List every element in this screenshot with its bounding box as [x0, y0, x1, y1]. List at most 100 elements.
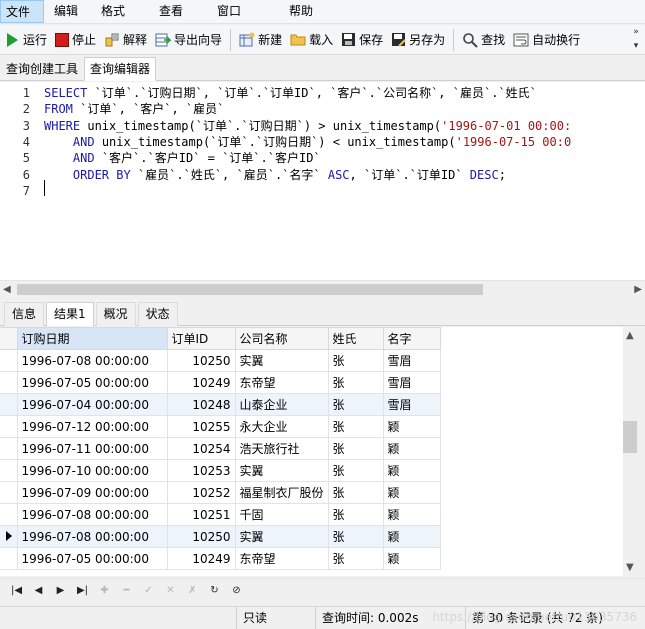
table-cell[interactable]: 雪眉 [382, 371, 441, 394]
row-indicator[interactable] [0, 459, 18, 482]
table-cell[interactable]: 张 [327, 547, 384, 570]
column-header[interactable]: 订购日期 [16, 327, 168, 350]
row-indicator[interactable] [0, 481, 18, 504]
table-cell[interactable]: 10254 [166, 437, 236, 460]
row-indicator[interactable] [0, 547, 18, 570]
table-cell[interactable]: 1996-07-05 00:00:00 [16, 547, 168, 570]
load-button[interactable]: 载入 [286, 28, 337, 52]
table-cell[interactable]: 实翼 [234, 459, 329, 482]
table-row[interactable]: 1996-07-08 00:00:00 10251 千固张颖 [0, 503, 441, 526]
table-cell[interactable]: 颖 [382, 437, 441, 460]
menu-file[interactable]: 文件 [0, 0, 44, 23]
row-indicator[interactable] [0, 437, 18, 460]
column-header[interactable]: 公司名称 [234, 327, 329, 350]
result-grid[interactable]: 订购日期 订单ID 公司名称 姓氏 名字 1996-07-08 00:00:00… [0, 327, 623, 576]
menu-window[interactable]: 窗口 [207, 0, 279, 23]
column-header[interactable]: 订单ID [166, 327, 236, 350]
last-record-button[interactable]: ▶| [74, 582, 91, 600]
find-button[interactable]: 查找 [458, 28, 509, 52]
table-cell[interactable]: 张 [327, 503, 384, 526]
tab-query-editor[interactable]: 查询编辑器 [84, 57, 157, 81]
table-cell[interactable]: 颖 [382, 481, 441, 504]
tab-result1[interactable]: 结果1 [46, 302, 94, 326]
grid-vertical-scrollbar[interactable]: ▲ ▼ [623, 327, 640, 576]
table-cell[interactable]: 张 [327, 349, 384, 372]
run-button[interactable]: 运行 [0, 28, 51, 52]
scrollbar-thumb[interactable] [17, 284, 483, 295]
table-row[interactable]: 1996-07-05 00:00:00 10249 东帝望张雪眉 [0, 371, 441, 394]
table-cell[interactable]: 10250 [166, 525, 236, 548]
table-row[interactable]: 1996-07-11 00:00:00 10254 浩天旅行社张颖 [0, 437, 441, 460]
table-cell[interactable]: 张 [327, 415, 384, 438]
table-cell[interactable]: 1996-07-11 00:00:00 [16, 437, 168, 460]
save-as-button[interactable]: 另存为 [387, 28, 449, 52]
row-indicator[interactable] [0, 503, 18, 526]
table-cell[interactable]: 1996-07-12 00:00:00 [16, 415, 168, 438]
tab-status[interactable]: 状态 [137, 302, 178, 326]
table-row[interactable]: 1996-07-05 00:00:00 10249 东帝望张颖 [0, 547, 441, 570]
table-cell[interactable]: 山泰企业 [234, 393, 329, 416]
table-cell[interactable]: 张 [327, 525, 384, 548]
table-cell[interactable]: 张 [327, 437, 384, 460]
scroll-right-icon[interactable]: ▶ [634, 284, 642, 295]
apply-button[interactable]: ✓ [140, 582, 157, 600]
table-cell[interactable]: 永大企业 [234, 415, 329, 438]
table-cell[interactable]: 10252 [166, 481, 236, 504]
row-indicator[interactable] [0, 349, 18, 372]
table-cell[interactable]: 1996-07-10 00:00:00 [16, 459, 168, 482]
first-record-button[interactable]: |◀ [8, 582, 25, 600]
table-cell[interactable]: 东帝望 [234, 371, 329, 394]
table-cell[interactable]: 1996-07-08 00:00:00 [16, 503, 168, 526]
table-cell[interactable]: 颖 [382, 415, 441, 438]
table-cell[interactable]: 雪眉 [382, 349, 441, 372]
table-cell[interactable]: 10255 [166, 415, 236, 438]
tab-profile[interactable]: 概况 [95, 302, 136, 326]
table-row[interactable]: 1996-07-04 00:00:00 10248 山泰企业张雪眉 [0, 393, 441, 416]
table-cell[interactable]: 实翼 [234, 349, 329, 372]
table-cell[interactable]: 1996-07-05 00:00:00 [16, 371, 168, 394]
table-cell[interactable]: 1996-07-08 00:00:00 [16, 349, 168, 372]
table-cell[interactable]: 张 [327, 481, 384, 504]
tab-info[interactable]: 信息 [4, 302, 45, 326]
table-cell[interactable]: 1996-07-09 00:00:00 [16, 481, 168, 504]
table-cell[interactable]: 颖 [382, 547, 441, 570]
scroll-down-icon[interactable]: ▼ [626, 562, 634, 573]
table-cell[interactable]: 张 [327, 459, 384, 482]
table-row[interactable]: 1996-07-10 00:00:00 10253 实翼张颖 [0, 459, 441, 482]
refresh-button[interactable]: ↻ [206, 582, 223, 600]
table-cell[interactable]: 颖 [382, 503, 441, 526]
table-cell[interactable]: 10249 [166, 371, 236, 394]
table-cell[interactable]: 1996-07-04 00:00:00 [16, 393, 168, 416]
table-cell[interactable]: 千固 [234, 503, 329, 526]
toolbar-overflow-button[interactable]: » ▾ [631, 25, 641, 55]
delete-record-button[interactable]: ━ [118, 582, 135, 600]
menu-view[interactable]: 查看 [149, 0, 207, 23]
table-cell[interactable]: 实翼 [234, 525, 329, 548]
menu-help[interactable]: 帮助 [279, 0, 323, 23]
row-indicator[interactable] [0, 415, 18, 438]
row-indicator[interactable] [0, 371, 18, 394]
table-cell[interactable]: 10251 [166, 503, 236, 526]
prev-record-button[interactable]: ◀ [30, 582, 47, 600]
table-cell[interactable]: 颖 [382, 525, 441, 548]
cancel-button[interactable]: ✕ [162, 582, 179, 600]
table-cell[interactable]: 张 [327, 371, 384, 394]
scroll-left-icon[interactable]: ◀ [3, 284, 11, 295]
sql-editor[interactable]: 1 234 567 SELECT `订单`.`订购日期`, `订单`.`订单ID`,… [0, 82, 645, 280]
table-cell[interactable]: 福星制衣厂股份 [234, 481, 329, 504]
column-header[interactable]: 名字 [382, 327, 441, 350]
table-cell[interactable]: 10248 [166, 393, 236, 416]
table-cell[interactable]: 颖 [382, 459, 441, 482]
clear-button[interactable]: ✗ [184, 582, 201, 600]
table-row[interactable]: 1996-07-08 00:00:00 10250 实翼张颖 [0, 525, 441, 548]
table-cell[interactable]: 浩天旅行社 [234, 437, 329, 460]
column-header[interactable]: 姓氏 [327, 327, 384, 350]
menu-format[interactable]: 格式 [91, 0, 149, 23]
table-cell[interactable]: 10250 [166, 349, 236, 372]
table-row[interactable]: 1996-07-09 00:00:00 10252 福星制衣厂股份张颖 [0, 481, 441, 504]
word-wrap-button[interactable]: 自动换行 [509, 28, 584, 52]
row-indicator[interactable] [0, 393, 18, 416]
scrollbar-thumb[interactable] [623, 421, 637, 453]
save-button[interactable]: 保存 [337, 28, 387, 52]
row-indicator[interactable] [0, 525, 18, 548]
